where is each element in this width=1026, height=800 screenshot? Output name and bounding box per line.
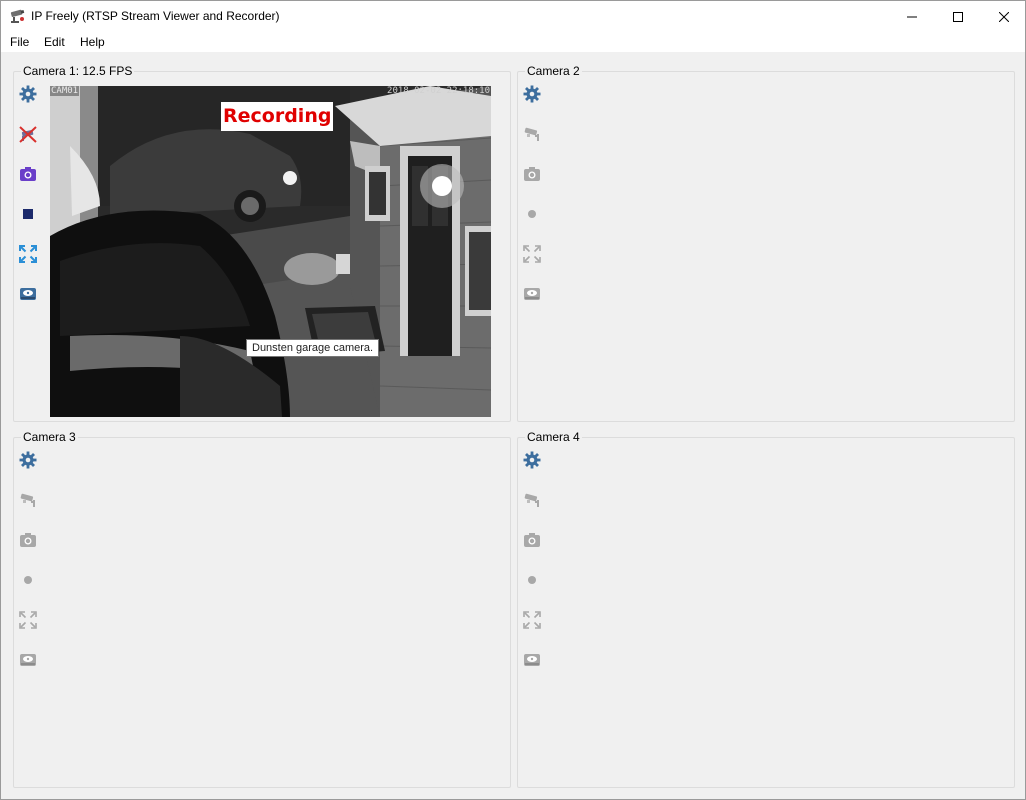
camera-1-frame-image [50,86,491,417]
camera-1-disconnect-button[interactable] [18,124,38,144]
cctv-icon [524,493,539,507]
camera-2-record-button[interactable] [522,204,542,224]
camera-2-storage-button[interactable] [522,284,542,304]
camera-4-panel: Camera 4 [517,430,1015,788]
camera-4-storage-button[interactable] [522,650,542,670]
camera-4-title: Camera 4 [525,430,582,444]
app-window: IP Freely (RTSP Stream Viewer and Record… [0,0,1026,800]
camera-1-settings-button[interactable] [18,84,38,104]
menu-file[interactable]: File [10,35,29,49]
camera-4-snapshot-button[interactable] [522,530,542,550]
camera-3-panel: Camera 3 [13,430,511,788]
recording-indicator: Recording [221,102,334,131]
cctv-icon [20,493,35,507]
record-icon [528,210,536,218]
camera-1-channel-tag: CAM01 [50,86,80,96]
close-icon [999,11,1009,22]
title-bar[interactable]: IP Freely (RTSP Stream Viewer and Record… [1,1,1025,32]
gear-icon [19,85,37,103]
drive-icon [20,288,36,300]
camera-1-fullscreen-button[interactable] [18,244,38,264]
camera-4-fullscreen-button[interactable] [522,610,542,630]
maximize-button[interactable] [935,1,981,32]
camera-2-settings-button[interactable] [522,84,542,104]
camera-3-settings-button[interactable] [18,450,38,470]
camera-2-snapshot-button[interactable] [522,164,542,184]
camera-1-timestamp: 2018-02-02 22:18:10 [387,86,490,96]
camera-3-storage-button[interactable] [18,650,38,670]
camera-1-title: Camera 1: 12.5 FPS [21,64,135,78]
snapshot-icon [20,167,36,181]
gear-icon [19,451,37,469]
drive-icon [524,654,540,666]
cctv-icon [524,127,539,141]
camera-3-record-button[interactable] [18,570,38,590]
minimize-button[interactable] [889,1,935,32]
close-button[interactable] [981,1,1026,32]
maximize-icon [953,11,963,22]
camera-1-stop-record-button[interactable] [18,204,38,224]
fullscreen-icon [19,245,37,263]
camera-1-storage-button[interactable] [18,284,38,304]
camera-2-title: Camera 2 [525,64,582,78]
gear-icon [523,451,541,469]
fullscreen-icon [523,245,541,263]
camera-grid: Camera 1: 12.5 FPS CAM01 2018-02-02 22:1… [1,52,1025,799]
camera-2-connect-button[interactable] [522,124,542,144]
app-cctv-icon [10,8,26,24]
snapshot-icon [20,533,36,547]
snapshot-icon [524,167,540,181]
snapshot-icon [524,533,540,547]
camera-1-panel: Camera 1: 12.5 FPS CAM01 2018-02-02 22:1… [13,64,511,422]
camera-disconnect-icon [19,126,37,143]
camera-1-snapshot-button[interactable] [18,164,38,184]
menu-edit[interactable]: Edit [44,35,65,49]
camera-2-fullscreen-button[interactable] [522,244,542,264]
fullscreen-icon [523,611,541,629]
window-title: IP Freely (RTSP Stream Viewer and Record… [31,9,280,23]
camera-3-title: Camera 3 [21,430,78,444]
menu-help[interactable]: Help [80,35,105,49]
camera-1-tooltip: Dunsten garage camera. [246,339,380,357]
camera-3-snapshot-button[interactable] [18,530,38,550]
camera-4-record-button[interactable] [522,570,542,590]
fullscreen-icon [19,611,37,629]
camera-4-settings-button[interactable] [522,450,542,470]
camera-3-connect-button[interactable] [18,490,38,510]
camera-2-panel: Camera 2 [517,64,1015,422]
drive-icon [20,654,36,666]
gear-icon [523,85,541,103]
camera-4-connect-button[interactable] [522,490,542,510]
camera-3-fullscreen-button[interactable] [18,610,38,630]
camera-1-video-feed[interactable]: CAM01 2018-02-02 22:18:10 Recording [50,86,491,417]
record-icon [528,576,536,584]
stop-record-icon [23,209,33,219]
record-icon [24,576,32,584]
drive-icon [524,288,540,300]
minimize-icon [907,16,917,17]
menu-bar: File Edit Help [1,32,1025,52]
